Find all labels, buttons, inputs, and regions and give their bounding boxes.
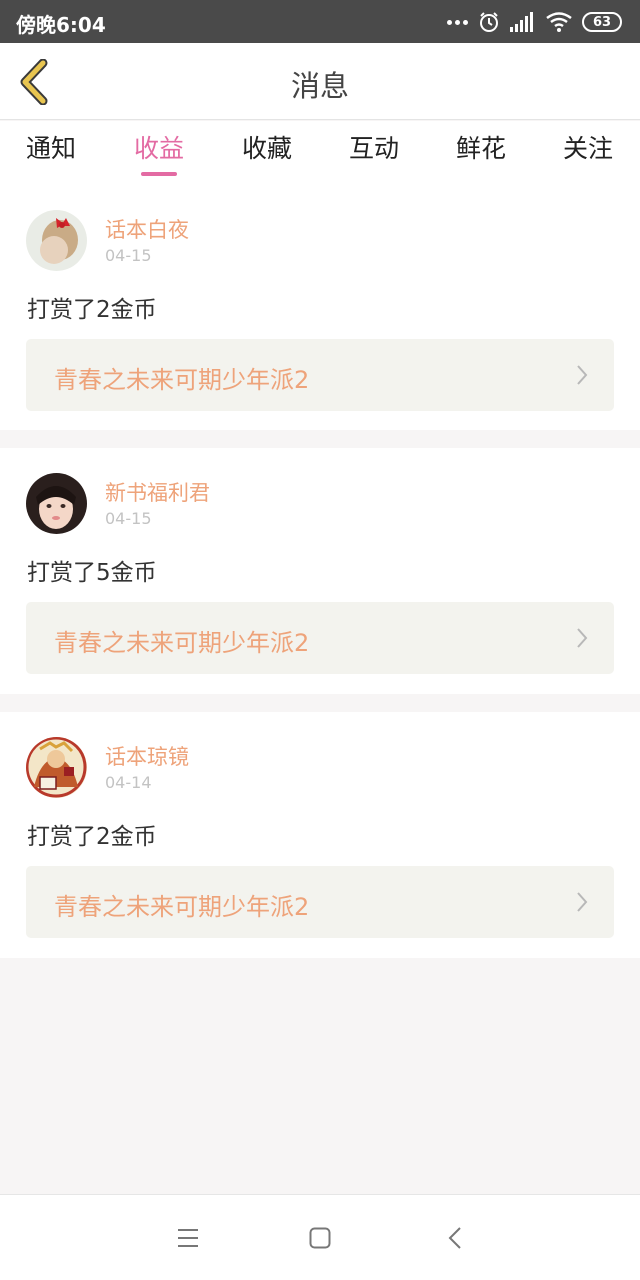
- signal-icon: [510, 12, 533, 32]
- chevron-right-icon: [577, 628, 588, 648]
- menu-button[interactable]: [173, 1223, 203, 1253]
- avatar[interactable]: [26, 473, 87, 534]
- system-nav-bar: [0, 1194, 640, 1280]
- book-title: 青春之未来可期少年派2: [54, 366, 310, 394]
- battery-level: 63: [592, 14, 612, 30]
- book-title: 青春之未来可期少年派2: [54, 629, 310, 657]
- tab-favorites[interactable]: 收藏: [227, 129, 307, 179]
- message-date: 04-15: [105, 509, 152, 528]
- book-link[interactable]: 青春之未来可期少年派2: [26, 866, 614, 938]
- tab-earnings[interactable]: 收益: [119, 129, 199, 179]
- tab-interactions[interactable]: 互动: [334, 129, 414, 179]
- avatar[interactable]: [26, 737, 87, 798]
- page-title: 消息: [290, 69, 349, 103]
- message-card: 话本白夜 04-15 打赏了2金币 青春之未来可期少年派2: [0, 185, 640, 430]
- header: 消息: [0, 43, 640, 120]
- username[interactable]: 新书福利君: [105, 477, 210, 507]
- status-bar: 傍晚6:04 63: [0, 0, 640, 43]
- reward-text: 打赏了5金币: [27, 560, 157, 586]
- system-back-button[interactable]: [440, 1223, 470, 1253]
- reward-text: 打赏了2金币: [27, 297, 157, 323]
- chevron-right-icon: [577, 365, 588, 385]
- username[interactable]: 话本琼镜: [105, 741, 189, 771]
- message-date: 04-15: [105, 246, 152, 265]
- tab-notifications[interactable]: 通知: [11, 129, 91, 179]
- home-square-icon: [309, 1227, 331, 1249]
- tab-bar: 通知 收益 收藏 互动 鲜花 关注: [0, 121, 640, 185]
- message-list: 话本白夜 04-15 打赏了2金币 青春之未来可期少年派2 新书福利君 04-1…: [0, 185, 640, 976]
- message-date: 04-14: [105, 773, 152, 792]
- home-button[interactable]: [305, 1223, 335, 1253]
- username[interactable]: 话本白夜: [105, 214, 189, 244]
- book-link[interactable]: 青春之未来可期少年派2: [26, 602, 614, 674]
- avatar[interactable]: [26, 210, 87, 271]
- tab-flowers[interactable]: 鲜花: [441, 129, 521, 179]
- menu-icon: [178, 1229, 198, 1247]
- status-time: 傍晚6:04: [16, 13, 106, 37]
- more-dots-icon: [447, 19, 468, 25]
- chevron-right-icon: [577, 892, 588, 912]
- status-icons: 63: [447, 10, 622, 34]
- tab-following[interactable]: 关注: [548, 129, 628, 179]
- back-arrow-icon: [448, 1227, 461, 1249]
- reward-text: 打赏了2金币: [27, 824, 157, 850]
- wifi-icon: [546, 12, 572, 32]
- book-title: 青春之未来可期少年派2: [54, 893, 310, 921]
- message-card: 话本琼镜 04-14 打赏了2金币 青春之未来可期少年派2: [0, 712, 640, 958]
- battery-icon: 63: [582, 12, 622, 32]
- alarm-icon: [480, 12, 498, 32]
- message-card: 新书福利君 04-15 打赏了5金币 青春之未来可期少年派2: [0, 448, 640, 694]
- book-link[interactable]: 青春之未来可期少年派2: [26, 339, 614, 411]
- tab-earnings-label: 收益: [133, 134, 184, 163]
- active-tab-indicator: [141, 172, 177, 176]
